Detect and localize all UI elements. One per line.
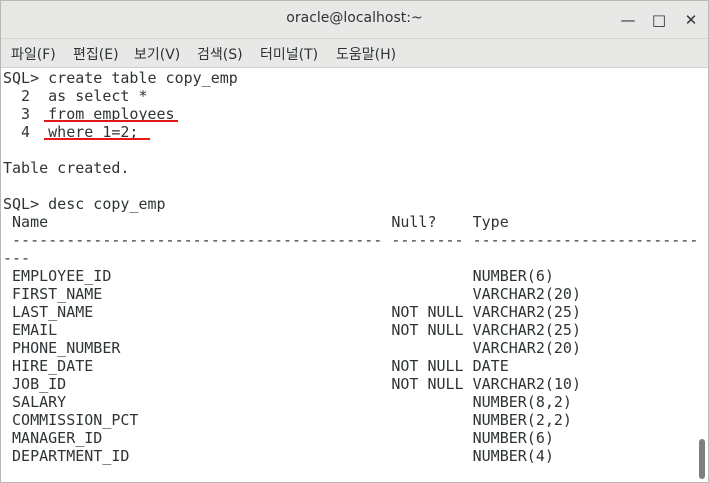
maximize-icon[interactable]: □: [648, 9, 670, 31]
terminal-window: oracle@localhost:~ — □ ✕ 파일(F) 편집(E) 보기(…: [0, 0, 709, 483]
terminal-line: COMMISSION_PCT NUMBER(2,2): [3, 411, 572, 429]
terminal-line: SALARY NUMBER(8,2): [3, 393, 572, 411]
terminal-line: 2 as select *: [3, 87, 148, 105]
red-underline-from-employees: [44, 120, 178, 122]
menu-view[interactable]: 보기(V): [134, 44, 180, 64]
menu-edit[interactable]: 편집(E): [73, 44, 119, 64]
terminal-line: ----------------------------------------…: [3, 231, 698, 249]
terminal-line: Table created.: [3, 159, 130, 177]
terminal-line: DEPARTMENT_ID NUMBER(4): [3, 447, 554, 465]
terminal-line: SQL> create table copy_emp: [3, 69, 238, 87]
terminal-line: Name Null? Type: [3, 213, 509, 231]
scrollbar-thumb[interactable]: [699, 439, 705, 479]
terminal-line: LAST_NAME NOT NULL VARCHAR2(25): [3, 303, 581, 321]
terminal-line: MANAGER_ID NUMBER(6): [3, 429, 554, 447]
terminal-line: PHONE_NUMBER VARCHAR2(20): [3, 339, 581, 357]
close-icon[interactable]: ✕: [680, 9, 702, 31]
terminal-line-wrap: ---: [3, 249, 31, 267]
menu-file[interactable]: 파일(F): [11, 44, 56, 64]
menu-help[interactable]: 도움말(H): [336, 44, 396, 64]
terminal-line: HIRE_DATE NOT NULL DATE: [3, 357, 509, 375]
terminal-scrollbar[interactable]: [698, 68, 708, 482]
menu-bar: 파일(F) 편집(E) 보기(V) 검색(S) 터미널(T) 도움말(H): [1, 39, 708, 68]
menu-terminal[interactable]: 터미널(T): [260, 44, 318, 64]
red-underline-where: [44, 138, 150, 140]
terminal-line: JOB_ID NOT NULL VARCHAR2(10): [3, 375, 581, 393]
terminal-line: SQL> desc copy_emp: [3, 195, 166, 213]
terminal-output[interactable]: SQL> create table copy_emp 2 as select *…: [1, 68, 698, 482]
minimize-icon[interactable]: —: [617, 9, 639, 31]
title-bar[interactable]: oracle@localhost:~ — □ ✕: [1, 1, 708, 39]
terminal-line: EMAIL NOT NULL VARCHAR2(25): [3, 321, 581, 339]
terminal-line: FIRST_NAME VARCHAR2(20): [3, 285, 581, 303]
menu-search[interactable]: 검색(S): [197, 44, 243, 64]
window-title: oracle@localhost:~: [286, 10, 423, 26]
terminal-line: EMPLOYEE_ID NUMBER(6): [3, 267, 554, 285]
